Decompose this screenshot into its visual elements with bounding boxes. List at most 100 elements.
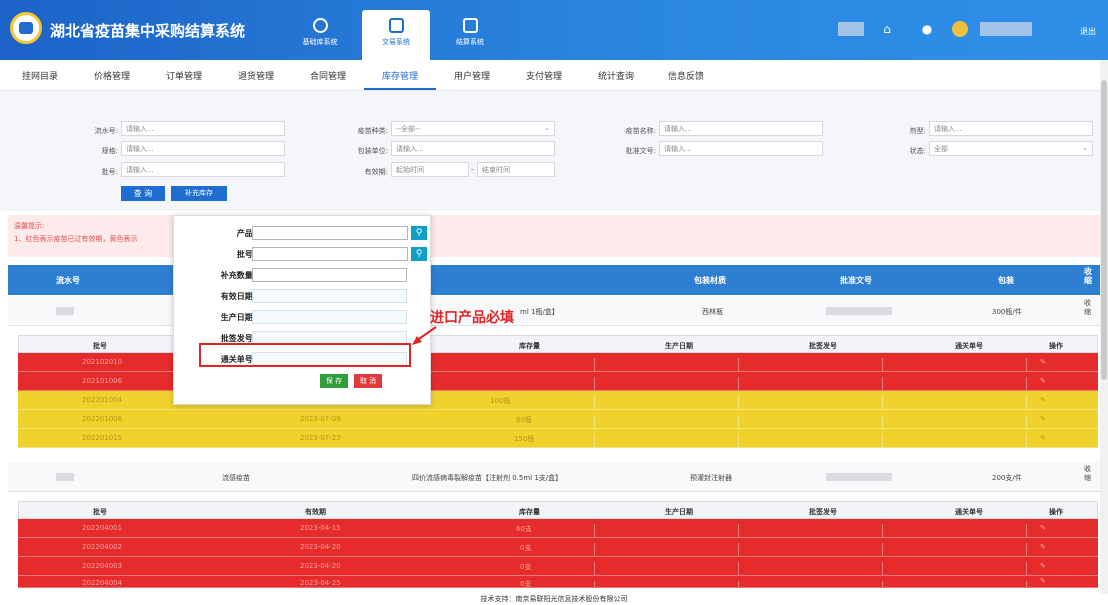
blurred-serial [56,307,74,315]
valid-date-label: 有效日期: [220,292,256,301]
edit-icon[interactable]: ✎ [1040,577,1052,587]
chevron-down-icon: ⌄ [1082,144,1088,152]
valid-end-input[interactable]: 结束时间 [477,162,555,177]
batch-row: 202204001 2023-04-15 60支 ✎ [18,519,1098,538]
blurred-serial [56,473,74,481]
stock-value: 80瓶 [516,416,532,424]
menu-item[interactable]: 信息反馈 [668,69,704,82]
edit-icon[interactable]: ✎ [1040,396,1052,406]
search-icon[interactable]: ⚲ [411,247,427,261]
approval-input[interactable]: 请输入... [659,141,823,156]
col-issue: 批签发号 [809,342,837,350]
tip-title: 温馨提示: [14,222,45,230]
status-label: 状态: [909,147,926,155]
valid-date-input[interactable] [252,289,407,303]
batch-row: 202204003 2023-04-20 0支 ✎ [18,557,1098,576]
batch-number: 202102010 [82,358,123,366]
batch-number: 202201006 [82,415,123,423]
batch-input[interactable]: 请输入... [121,162,285,177]
edit-icon[interactable]: ✎ [1040,434,1052,444]
edit-icon[interactable]: ✎ [1040,524,1052,534]
layers-icon [312,18,328,33]
pack-input[interactable]: 请输入... [391,141,555,156]
stock-value: 0支 [520,544,532,552]
category-select[interactable]: --全部-- ⌄ [391,121,555,136]
tip-box: 温馨提示: 1、红色表示疫苗已过有效期，黄色表示 [8,215,1100,257]
produce-date-input[interactable] [252,310,407,324]
lock-icon[interactable]: ● [920,22,934,36]
system-tab-trade[interactable]: 交易系统 [362,10,430,60]
edit-icon[interactable]: ✎ [1040,377,1052,387]
menu-item[interactable]: 订单管理 [166,69,202,82]
menu-item[interactable]: 退货管理 [238,69,274,82]
batch-row: 202201006 2023-07-09 80瓶 ✎ [18,410,1098,429]
produce-date-label: 生产日期: [220,313,256,322]
edit-icon[interactable]: ✎ [1040,562,1052,572]
system-tab-settlement[interactable]: 结算系统 [436,10,504,60]
status-select[interactable]: 全部 ⌄ [929,141,1093,156]
footer: 技术支持：南京易联阳光信息技术股份有限公司 [0,594,1108,605]
menu-item[interactable]: 支付管理 [526,69,562,82]
batch-input[interactable] [252,247,408,261]
blurred-username [980,22,1032,36]
serial-input[interactable]: 请输入... [121,121,285,136]
col-material: 包装材质 [694,276,726,285]
menu-item[interactable]: 合同管理 [310,69,346,82]
main-menu: 挂网目录 价格管理 订单管理 退货管理 合同管理 库存管理 用户管理 支付管理 … [0,60,1108,91]
serial-label: 流水号: [94,127,118,135]
query-button[interactable]: 查 询 [121,186,165,201]
scrollbar[interactable] [1100,60,1108,605]
collapse-link[interactable]: 收缩 [1084,465,1094,483]
vaccine-name-label: 疫苗名称: [625,127,656,135]
form-input[interactable]: 请输入... [929,121,1093,136]
restock-dialog: 产品: ⚲ 批号: ⚲ 补充数量: 有效日期: 生产日期: 批签发号: 通关单号… [173,215,431,405]
cancel-button[interactable]: 取 消 [354,374,382,388]
valid-date: 2023-04-25 [300,579,341,587]
highlight-box [199,343,411,367]
product-spec: 四价流感病毒裂解疫苗【注射剂 0.5ml 1支/盒】 [412,474,563,482]
batch-label: 批号: [101,168,118,176]
col-produce: 生产日期 [665,342,693,350]
menu-item[interactable]: 统计查询 [598,69,634,82]
edit-icon[interactable]: ✎ [1040,358,1052,368]
stock-value: 0支 [520,563,532,571]
vaccine-name-input[interactable]: 请输入... [659,121,823,136]
logout-link[interactable]: 退出 [1080,26,1096,37]
spec-input[interactable]: 请输入... [121,141,285,156]
valid-date: 2023-04-20 [300,562,341,570]
batch-number: 202101006 [82,377,123,385]
edit-icon[interactable]: ✎ [1040,415,1052,425]
save-button[interactable]: 保 存 [320,374,348,388]
batch-number: 202201004 [82,396,123,404]
product-row[interactable]: ml 1瓶/盒】 西林瓶 300瓶/件 收缩 [8,296,1100,326]
col-serial: 流水号 [56,276,80,285]
product-material: 预灌封注射器 [690,474,732,482]
valid-label: 有效期: [364,168,388,176]
product-input[interactable] [252,226,408,240]
pack-label: 包装单位: [357,147,388,155]
home-icon[interactable]: ⌂ [880,22,894,36]
arrow-icon [412,326,437,345]
batch-row: 202201015 2023-07-23 150瓶 ✎ [18,429,1098,448]
col-pack: 包装 [998,276,1014,285]
product-row[interactable]: 流感疫苗 四价流感病毒裂解疫苗【注射剂 0.5ml 1支/盒】 预灌封注射器 2… [8,462,1100,492]
tip-line: 1、红色表示疫苗已过有效期，黄色表示 [14,235,138,243]
avatar[interactable] [952,21,968,37]
edit-icon[interactable]: ✎ [1040,543,1052,553]
product-pack: 300瓶/件 [992,308,1022,316]
menu-item[interactable]: 价格管理 [94,69,130,82]
system-tab-base[interactable]: 基础库系统 [286,10,354,60]
col-customs: 通关单号 [955,342,983,350]
batch-number: 202204001 [82,524,123,532]
collapse-link[interactable]: 收缩 [1084,299,1094,317]
restock-button[interactable]: 补充库存 [171,186,227,201]
valid-start-input[interactable]: 起始时间 [391,162,469,177]
range-separator: - [471,166,474,174]
batch-table-header: 批号 有效期 库存量 生产日期 批签发号 通关单号 操作 [18,501,1098,519]
menu-item[interactable]: 挂网目录 [22,69,58,82]
batch-table: 批号 有效期 库存量 生产日期 批签发号 通关单号 操作 202204001 2… [18,501,1098,588]
search-icon[interactable]: ⚲ [411,226,427,240]
menu-item-active[interactable]: 库存管理 [382,69,418,82]
menu-item[interactable]: 用户管理 [454,69,490,82]
qty-input[interactable] [252,268,407,282]
